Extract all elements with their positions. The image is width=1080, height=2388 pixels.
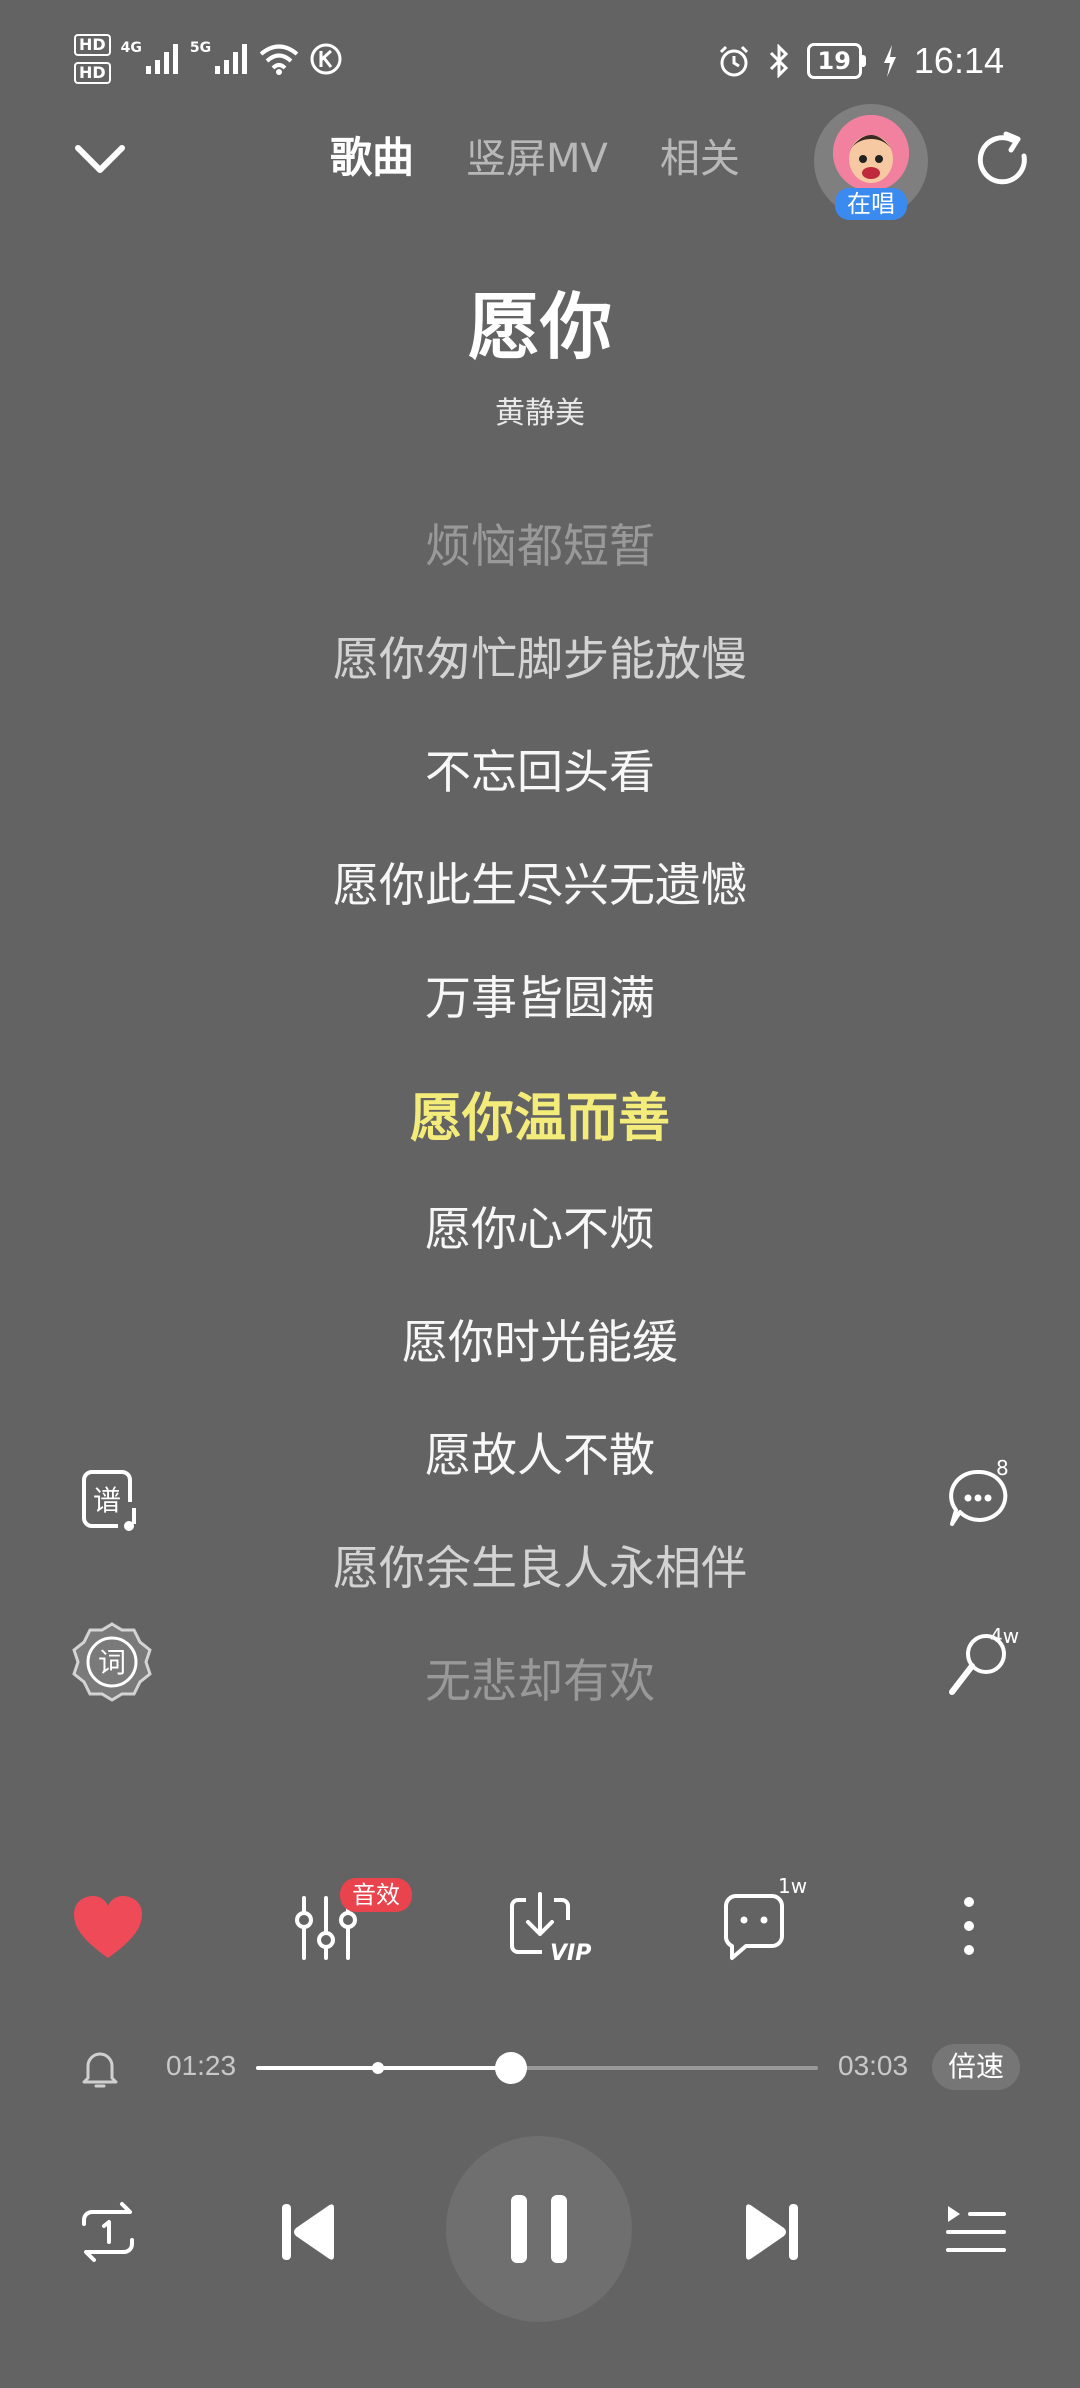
- avatar: [833, 115, 909, 191]
- artist-name[interactable]: 黄静美: [0, 388, 1080, 432]
- lyric-line[interactable]: 愿你时光能缓: [0, 1306, 1080, 1372]
- playlist-icon[interactable]: [938, 2194, 1014, 2270]
- comment-side-count: 8: [996, 1456, 1009, 1480]
- comment-side-button[interactable]: 8: [942, 1456, 1022, 1538]
- lyric-label: 词: [98, 1646, 126, 1679]
- signal-icon-1: [145, 44, 178, 74]
- download-icon: VIP: [510, 1892, 591, 1966]
- hd-badge-2: HD: [74, 62, 111, 84]
- sing-button[interactable]: 4w: [942, 1624, 1022, 1704]
- status-time: 16:14: [913, 40, 1004, 81]
- tab-song[interactable]: 歌曲: [330, 124, 414, 185]
- sound-effect-badge: 音效: [340, 1878, 412, 1912]
- hd-badge-1: HD: [74, 34, 111, 56]
- lyric-badge-icon: 词: [72, 1622, 152, 1702]
- alarm-icon: [719, 45, 748, 77]
- like-heart-icon[interactable]: [70, 1890, 146, 1966]
- pause-button[interactable]: [446, 2136, 632, 2322]
- charging-icon: [883, 45, 896, 77]
- refresh-icon[interactable]: [972, 128, 1036, 192]
- progress-marker: [371, 2062, 384, 2074]
- comment-bubble-icon: [724, 1894, 784, 1960]
- bluetooth-icon: [769, 44, 788, 78]
- score-button[interactable]: 谱: [76, 1464, 148, 1536]
- status-bar: HD HD 4G 5G 19 16:14: [0, 0, 1080, 120]
- signal-icon-2: [215, 44, 248, 74]
- comment-button[interactable]: 1w: [720, 1874, 810, 1966]
- tab-related[interactable]: 相关: [660, 126, 740, 184]
- lyric-line[interactable]: 愿你心不烦: [0, 1193, 1080, 1259]
- wifi-icon: [259, 44, 299, 75]
- chevron-down-icon[interactable]: [70, 130, 130, 190]
- battery-indicator: 19: [806, 43, 866, 79]
- repeat-one-icon[interactable]: [70, 2194, 146, 2270]
- score-label: 谱: [93, 1484, 121, 1517]
- tab-vertical-mv[interactable]: 竖屏MV: [466, 126, 608, 184]
- score-icon: 谱: [82, 1470, 136, 1531]
- lyric-settings-button[interactable]: 词: [70, 1620, 154, 1704]
- lyric-line[interactable]: 不忘回头看: [0, 736, 1080, 802]
- lyric-line[interactable]: 愿你此生尽兴无遗憾: [0, 849, 1080, 915]
- singing-avatar-button[interactable]: 在唱: [814, 104, 928, 220]
- status-right: 19 16:14: [717, 40, 1004, 82]
- progress-knob[interactable]: [494, 2052, 527, 2084]
- pause-icon: [511, 2195, 567, 2263]
- lyric-line-current[interactable]: 愿你温而善: [0, 1076, 1080, 1151]
- k-app-icon: [310, 43, 342, 75]
- singing-label: 在唱: [835, 188, 907, 220]
- speed-button[interactable]: 倍速: [932, 2044, 1021, 2090]
- lyric-line[interactable]: 愿故人不散: [0, 1419, 1080, 1485]
- network-type-2: 5G: [189, 40, 212, 56]
- more-vertical-icon[interactable]: [944, 1890, 994, 1966]
- lyric-line[interactable]: 愿你匆忙脚步能放慢: [0, 623, 1080, 689]
- total-time: 03:03: [838, 2050, 909, 2081]
- lyric-line[interactable]: 无悲却有欢: [0, 1645, 1080, 1711]
- network-type-1: 4G: [120, 40, 142, 56]
- progress-slider[interactable]: [256, 2052, 818, 2084]
- lyric-line[interactable]: 万事皆圆满: [0, 962, 1080, 1028]
- bell-icon[interactable]: [80, 2046, 120, 2090]
- hd-indicators: HD HD: [74, 34, 111, 84]
- previous-track-icon[interactable]: [270, 2194, 346, 2270]
- comment-count: 1w: [778, 1874, 808, 1898]
- chat-bubble-icon: [949, 1469, 1008, 1526]
- battery-cap: [861, 55, 866, 67]
- cartoon-face-icon: [833, 115, 909, 191]
- header-tabs: 歌曲 竖屏MV 相关: [330, 124, 740, 185]
- download-vip-button[interactable]: VIP: [506, 1890, 596, 1966]
- vip-label: VIP: [550, 1941, 591, 1966]
- battery-level: 19: [806, 43, 862, 79]
- next-track-icon[interactable]: [734, 2194, 810, 2270]
- status-left: HD HD 4G 5G: [74, 34, 343, 84]
- song-title: 愿你: [467, 285, 612, 369]
- lyric-line[interactable]: 烦恼都短暂: [0, 510, 1080, 576]
- current-time: 01:23: [166, 2050, 237, 2081]
- sing-count: 4w: [990, 1624, 1020, 1648]
- lyric-line[interactable]: 愿你余生良人永相伴: [0, 1532, 1080, 1598]
